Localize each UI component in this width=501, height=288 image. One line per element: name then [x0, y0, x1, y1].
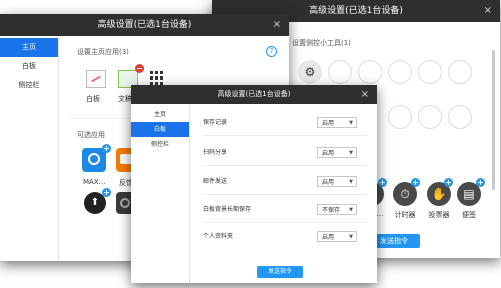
setting-row: 邮件发送 启用 ▼: [203, 175, 377, 189]
setting-row: 扫码分享 启用 ▼: [203, 146, 377, 160]
scrollbar[interactable]: [492, 50, 495, 190]
tool-timer[interactable]: ⏱ 计时器: [390, 182, 420, 220]
sidebar-item-whiteboard[interactable]: 白板: [131, 122, 189, 137]
media-app[interactable]: [116, 192, 132, 214]
section-title: 设置侧控小工具(1): [292, 39, 351, 47]
apps-grid-icon[interactable]: [150, 71, 164, 85]
divider: [203, 222, 367, 223]
divider: [203, 165, 367, 166]
divider: [203, 194, 367, 195]
max-app-icon: [88, 153, 100, 165]
setting-row: 保存记录 启用 ▼: [203, 116, 377, 130]
add-badge-icon[interactable]: +: [102, 144, 111, 153]
sidebar-item-home[interactable]: 主页: [0, 38, 58, 57]
home-apps-title: 设置主页应用(3): [77, 48, 129, 56]
setting-label: 保存记录: [203, 119, 228, 126]
empty-tool-slot[interactable]: [418, 60, 442, 84]
setting-label: 白板背景长期保存: [203, 206, 252, 213]
window-titlebar: 高级设置(已选1台设备) ×: [0, 14, 289, 36]
setting-row: 白板背景长期保存 不保存 ▼: [203, 203, 377, 217]
close-icon[interactable]: ×: [361, 85, 369, 104]
chevron-down-icon: ▼: [349, 234, 353, 240]
setting-select[interactable]: 启用 ▼: [317, 117, 357, 128]
window-title: 高级设置(已选1台设备): [97, 20, 192, 30]
tool-note[interactable]: ▤ 便签: [454, 182, 484, 220]
empty-tool-slot[interactable]: [418, 105, 442, 129]
add-badge-icon[interactable]: +: [411, 178, 420, 187]
add-badge-icon[interactable]: +: [444, 178, 453, 187]
sidebar-item-whiteboard[interactable]: 白板: [0, 57, 58, 76]
window-titlebar: 高级设置(已选1台设备) ×: [131, 85, 377, 104]
setting-label: 扫码分享: [203, 149, 228, 156]
setting-label: 个人资料夹: [203, 233, 234, 240]
empty-tool-slot[interactable]: [448, 105, 472, 129]
gear-tool-slot[interactable]: ⚙: [298, 60, 322, 84]
empty-tool-slot[interactable]: [388, 105, 412, 129]
sidebar-item-sidebar-control[interactable]: 侧控栏: [0, 76, 58, 95]
chevron-down-icon: ▼: [349, 120, 353, 126]
add-badge-icon[interactable]: +: [476, 178, 485, 187]
close-icon[interactable]: ×: [484, 0, 492, 22]
gear-icon: ⚙: [304, 65, 316, 79]
setting-select[interactable]: 启用 ▼: [317, 231, 357, 242]
sidebar-item-sidebar-control[interactable]: 侧控栏: [131, 137, 189, 152]
setting-select[interactable]: 启用 ▼: [317, 147, 357, 158]
setting-label: 邮件发送: [203, 178, 228, 185]
up-arrow-icon: ⬆: [90, 197, 100, 208]
send-command-button[interactable]: 发送指令: [257, 266, 303, 278]
tool-vote[interactable]: ✋ 投票器: [422, 182, 456, 220]
add-badge-icon[interactable]: +: [102, 188, 111, 197]
empty-tool-slot[interactable]: [358, 60, 382, 84]
chevron-down-icon: ▼: [349, 179, 353, 185]
empty-tool-slot[interactable]: [388, 60, 412, 84]
empty-tool-slot[interactable]: [328, 60, 352, 84]
add-badge-icon[interactable]: +: [378, 178, 387, 187]
close-icon[interactable]: ×: [273, 14, 281, 36]
help-icon[interactable]: ?: [266, 46, 277, 57]
chevron-down-icon: ▼: [349, 207, 353, 213]
empty-tool-slot[interactable]: [448, 60, 472, 84]
sidebar: 主页 白板 侧控栏: [0, 36, 59, 261]
whiteboard-app[interactable]: [84, 68, 106, 90]
whiteboard-app-icon: [86, 70, 106, 88]
optional-apps-title: 可选应用: [77, 131, 105, 139]
setting-select[interactable]: 不保存 ▼: [317, 204, 357, 215]
sidebar: 主页 白板 侧控栏: [131, 104, 190, 283]
settings-window-whiteboard: 高级设置(已选1台设备) × 主页 白板 侧控栏 保存记录 启用 ▼ 扫码分享 启…: [131, 85, 377, 283]
app-label: MAX...: [83, 178, 106, 186]
chevron-down-icon: ▼: [349, 150, 353, 156]
setting-row: 个人资料夹 启用 ▼: [203, 230, 377, 244]
app-label: 白板: [86, 95, 100, 103]
app-label: 文稿: [118, 95, 132, 103]
window-title: 高级设置(已选1台设备): [309, 6, 403, 16]
window-title: 高级设置(已选1台设备): [217, 90, 291, 98]
remove-badge-icon[interactable]: −: [135, 64, 144, 73]
media-app-icon: [120, 198, 130, 208]
setting-select[interactable]: 启用 ▼: [317, 176, 357, 187]
divider: [203, 135, 367, 136]
sidebar-item-home[interactable]: 主页: [131, 107, 189, 122]
